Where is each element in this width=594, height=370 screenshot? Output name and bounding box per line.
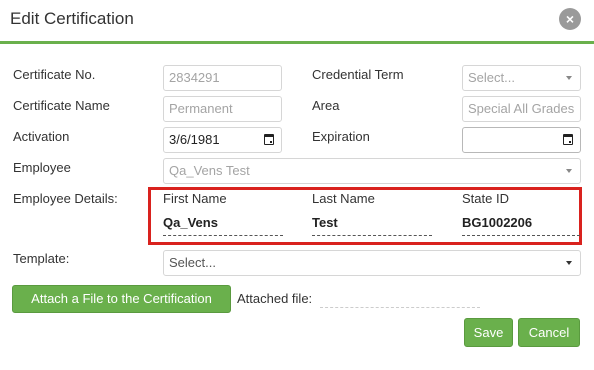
credential-term-placeholder: Select...: [468, 70, 515, 85]
activation-label: Activation: [13, 129, 70, 144]
employee-details-label: Employee Details:: [13, 191, 118, 206]
first-name-value: Qa_Vens: [163, 215, 283, 236]
template-select[interactable]: Select...: [163, 250, 581, 276]
last-name-header: Last Name: [312, 191, 375, 206]
area-field[interactable]: Special All Grades: [462, 96, 581, 122]
dialog-header: Edit Certification ×: [0, 0, 594, 44]
attached-file-field: [320, 307, 480, 308]
activation-date-value: 3/6/1981: [169, 132, 220, 147]
credential-term-select[interactable]: Select...: [462, 65, 581, 91]
state-id-value: BG1002206: [462, 215, 580, 236]
attach-file-button[interactable]: Attach a File to the Certification: [12, 285, 231, 313]
cancel-button[interactable]: Cancel: [518, 318, 580, 347]
attached-file-label: Attached file:: [237, 291, 313, 306]
expiration-date-input[interactable]: [462, 127, 581, 153]
first-name-header: First Name: [163, 191, 227, 206]
certificate-name-field[interactable]: Permanent: [163, 96, 282, 122]
credential-term-label: Credential Term: [312, 67, 404, 82]
close-icon[interactable]: ×: [559, 8, 581, 30]
certificate-no-label: Certificate No.: [13, 67, 96, 82]
state-id-header: State ID: [462, 191, 509, 206]
last-name-value: Test: [312, 215, 432, 236]
employee-select[interactable]: Qa_Vens Test: [163, 158, 581, 184]
save-button[interactable]: Save: [464, 318, 513, 347]
activation-date-input[interactable]: 3/6/1981: [163, 127, 282, 153]
chevron-down-icon: [566, 261, 572, 265]
chevron-down-icon: [566, 76, 572, 80]
calendar-icon[interactable]: [563, 134, 573, 145]
template-placeholder: Select...: [169, 255, 216, 270]
certificate-name-label: Certificate Name: [13, 98, 110, 113]
certificate-no-field[interactable]: 2834291: [163, 65, 282, 91]
area-label: Area: [312, 98, 340, 113]
calendar-icon[interactable]: [264, 134, 274, 145]
employee-label: Employee: [13, 160, 71, 175]
template-label: Template:: [13, 251, 70, 266]
dialog-title: Edit Certification: [10, 9, 134, 28]
chevron-down-icon: [566, 169, 572, 173]
employee-select-value: Qa_Vens Test: [169, 163, 250, 178]
expiration-label: Expiration: [312, 129, 370, 144]
